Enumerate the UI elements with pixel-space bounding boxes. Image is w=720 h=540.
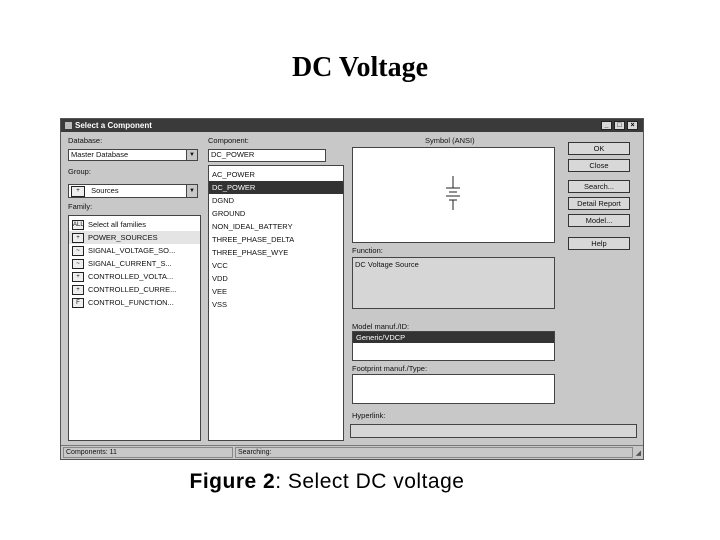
figure-caption: Figure 2: Select DC voltage xyxy=(0,470,654,494)
family-item-label: POWER_SOURCES xyxy=(88,233,158,242)
component-label: Component: xyxy=(208,136,249,145)
model-label: Model manuf./ID: xyxy=(352,322,410,331)
family-item[interactable]: F CONTROL_FUNCTION... xyxy=(69,296,200,309)
model-item[interactable]: Generic/VDCP xyxy=(353,332,554,343)
detail-report-button[interactable]: Detail Report xyxy=(568,197,630,210)
database-label: Database: xyxy=(68,136,103,145)
family-item[interactable]: + CONTROLLED_CURRE... xyxy=(69,283,200,296)
slide-title: DC Voltage xyxy=(291,52,429,83)
maximize-button[interactable]: □ xyxy=(614,121,625,130)
component-item[interactable]: VSS xyxy=(209,298,343,311)
family-item-label: Select all families xyxy=(88,220,146,229)
component-input[interactable]: DC_POWER xyxy=(208,149,326,162)
search-button[interactable]: Search... xyxy=(568,180,630,193)
family-label: Family: xyxy=(68,202,93,211)
dialog-title: Select a Component xyxy=(75,121,152,130)
family-item-label: CONTROL_FUNCTION... xyxy=(88,298,174,307)
app-icon xyxy=(65,122,72,129)
select-component-dialog: Select a Component _ □ × Database: Maste… xyxy=(60,118,644,460)
symbol-preview xyxy=(352,147,555,243)
model-button[interactable]: Model... xyxy=(568,214,630,227)
group-value: Sources xyxy=(91,186,119,195)
controlled-voltage-icon: + xyxy=(72,272,84,283)
group-label: Group: xyxy=(68,167,91,176)
close-icon[interactable]: × xyxy=(627,121,638,130)
group-select[interactable]: + Sources ▼ xyxy=(68,184,198,198)
caption-label: Figure 2 xyxy=(189,470,276,493)
power-sources-icon: + xyxy=(72,233,84,244)
function-description: DC Voltage Source xyxy=(352,257,555,309)
family-item[interactable]: + CONTROLLED_VOLTA... xyxy=(69,270,200,283)
footprint-list[interactable] xyxy=(352,374,555,404)
hyperlink-field[interactable] xyxy=(350,424,637,438)
close-button[interactable]: Close xyxy=(568,159,630,172)
family-item-label: CONTROLLED_CURRE... xyxy=(88,285,177,294)
symbol-label: Symbol (ANSI) xyxy=(425,136,475,145)
component-item[interactable]: DC_POWER xyxy=(209,181,343,194)
ok-button[interactable]: OK xyxy=(568,142,630,155)
all-families-icon: ALL xyxy=(72,220,84,231)
help-button[interactable]: Help xyxy=(568,237,630,250)
component-item[interactable]: VCC xyxy=(209,259,343,272)
component-item[interactable]: DGND xyxy=(209,194,343,207)
component-item[interactable]: GROUND xyxy=(209,207,343,220)
status-components: Components: 11 xyxy=(63,447,233,458)
family-item[interactable]: ~ SIGNAL_CURRENT_S... xyxy=(69,257,200,270)
component-item[interactable]: AC_POWER xyxy=(209,168,343,181)
component-item[interactable]: NON_IDEAL_BATTERY xyxy=(209,220,343,233)
component-item[interactable]: VEE xyxy=(209,285,343,298)
controlled-current-icon: + xyxy=(72,285,84,296)
component-item[interactable]: THREE_PHASE_DELTA xyxy=(209,233,343,246)
family-item[interactable]: + POWER_SOURCES xyxy=(69,231,200,244)
chevron-down-icon[interactable]: ▼ xyxy=(186,150,197,160)
family-item[interactable]: ~ SIGNAL_VOLTAGE_SO... xyxy=(69,244,200,257)
minimize-button[interactable]: _ xyxy=(601,121,612,130)
component-item[interactable]: THREE_PHASE_WYE xyxy=(209,246,343,259)
database-value: Master Database xyxy=(71,150,129,159)
function-label: Function: xyxy=(352,246,383,255)
family-item-label: SIGNAL_CURRENT_S... xyxy=(88,259,172,268)
status-searching: Searching: xyxy=(235,447,633,458)
family-item[interactable]: ALL Select all families xyxy=(69,218,200,231)
control-function-icon: F xyxy=(72,298,84,309)
signal-voltage-icon: ~ xyxy=(72,246,84,257)
component-item[interactable]: VDD xyxy=(209,272,343,285)
sources-group-icon: + xyxy=(71,185,85,197)
family-item-label: SIGNAL_VOLTAGE_SO... xyxy=(88,246,176,255)
caption-text: : Select DC voltage xyxy=(275,470,465,493)
component-list[interactable]: AC_POWER DC_POWER DGND GROUND NON_IDEAL_BATT… xyxy=(208,165,344,441)
dialog-titlebar[interactable]: Select a Component _ □ × xyxy=(61,119,643,132)
status-bar: Components: 11 Searching: ◢ xyxy=(61,445,643,460)
model-list[interactable]: Generic/VDCP xyxy=(352,331,555,361)
signal-current-icon: ~ xyxy=(72,259,84,270)
resize-grip-icon[interactable]: ◢ xyxy=(636,449,641,457)
hyperlink-label: Hyperlink: xyxy=(352,411,386,420)
chevron-down-icon[interactable]: ▼ xyxy=(186,185,197,197)
family-list[interactable]: ALL Select all families + POWER_SOURCES ~ S… xyxy=(68,215,201,441)
family-item-label: CONTROLLED_VOLTA... xyxy=(88,272,174,281)
footprint-label: Footprint manuf./Type: xyxy=(352,364,428,373)
database-select[interactable]: Master Database ▼ xyxy=(68,149,198,161)
dc-source-symbol-icon xyxy=(446,176,460,210)
